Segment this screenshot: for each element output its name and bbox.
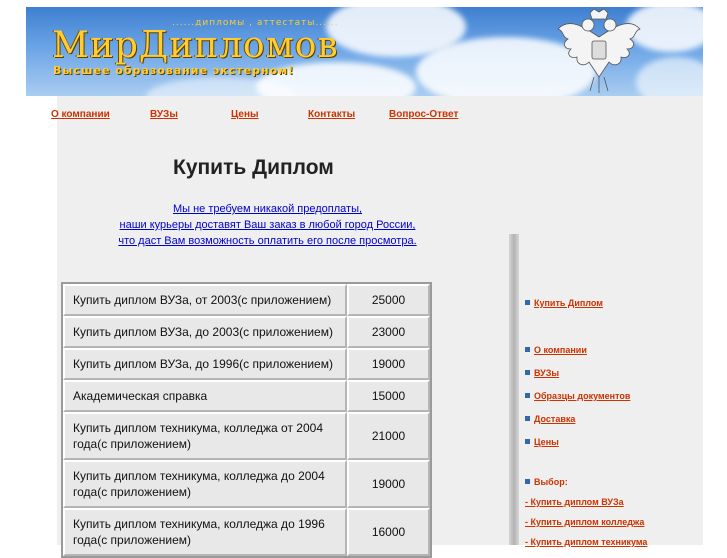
product-name: Купить диплом ВУЗа, до 1996(с приложение… [63,348,347,380]
nav-link-prices[interactable]: Цены [231,109,259,120]
product-price: 16000 [347,508,430,556]
sidebar-item-delivery[interactable]: Доставка [525,414,575,424]
product-price: 15000 [347,380,430,412]
double-headed-eagle-icon [557,8,641,93]
table-row: Купить диплом ВУЗа, до 2003(с приложение… [63,316,430,348]
sidebar-item-prices[interactable]: Цены [525,437,559,447]
nav-link-about[interactable]: О компании [51,109,110,120]
product-name: Купить диплом техникума, колледжа от 200… [63,412,347,460]
intro-link-line[interactable]: наши курьеры доставят Ваш заказ в любой … [90,217,445,233]
sidebar-divider [509,234,519,545]
price-table: Купить диплом ВУЗа, от 2003(с приложение… [61,282,432,558]
table-row: Купить диплом техникума, колледжа от 200… [63,412,430,460]
sidebar-choice-label: Выбор: [534,477,568,487]
product-price: 23000 [347,316,430,348]
sidebar-choice-heading: Выбор: [525,477,568,487]
sidebar-item-about[interactable]: О компании [525,345,587,355]
product-name: Купить диплом ВУЗа, от 2003(с приложение… [63,284,347,316]
table-row: Купить диплом техникума, колледжа до 200… [63,460,430,508]
product-name: Купить диплом ВУЗа, до 2003(с приложение… [63,316,347,348]
square-bullet-icon [525,300,530,305]
product-price: 21000 [347,412,430,460]
site-logo[interactable]: МирДипломов [52,25,339,66]
nav-link-faq[interactable]: Вопрос-Ответ [389,109,458,120]
logo-subtitle: Высшее образование экстерном! [53,64,295,77]
sidebar-item-label: Цены [534,437,559,447]
intro-link-line[interactable]: что даст Вам возможность оплатить его по… [90,233,445,249]
sidebar-item-buy-diploma[interactable]: Купить Диплом [525,298,603,308]
square-bullet-icon [525,347,530,352]
sidebar-choice-college[interactable]: - Купить диплом колледжа [525,517,644,527]
product-price: 19000 [347,348,430,380]
square-bullet-icon [525,479,530,484]
sidebar-item-label: Доставка [534,414,576,424]
product-price: 19000 [347,460,430,508]
page-title: Купить Диплом [173,156,334,179]
product-name: Академическая справка [63,380,347,412]
sidebar-choice-university[interactable]: - Купить диплом ВУЗа [525,497,624,507]
intro-link-line[interactable]: Мы не требуем никакой предоплаты, [90,201,445,217]
product-name: Купить диплом техникума, колледжа до 200… [63,460,347,508]
sidebar-choice-technical-school[interactable]: - Купить диплом техникума [525,537,647,547]
table-row: Купить диплом техникума, колледжа до 199… [63,508,430,556]
table-row: Купить диплом ВУЗа, до 1996(с приложение… [63,348,430,380]
nav-link-universities[interactable]: ВУЗы [150,109,178,120]
square-bullet-icon [525,393,530,398]
sidebar-item-samples[interactable]: Образцы документов [525,391,630,401]
square-bullet-icon [525,416,530,421]
product-name: Купить диплом техникума, колледжа до 199… [63,508,347,556]
square-bullet-icon [525,439,530,444]
square-bullet-icon [525,370,530,375]
product-price: 25000 [347,284,430,316]
sidebar-item-label: Образцы документов [534,391,631,401]
table-row: Академическая справка 15000 [63,380,430,412]
sidebar-item-label: ВУЗы [534,368,560,378]
sidebar-item-label: О компании [534,345,587,355]
cloud-decoration [636,57,703,96]
header-banner: ......дипломы , аттестаты...... МирДипло… [26,7,703,96]
intro-text: Мы не требуем никакой предоплаты, наши к… [90,201,445,249]
sidebar-item-universities[interactable]: ВУЗы [525,368,559,378]
table-row: Купить диплом ВУЗа, от 2003(с приложение… [63,284,430,316]
nav-link-contacts[interactable]: Контакты [308,109,355,120]
sidebar-item-label: Купить Диплом [534,298,603,308]
